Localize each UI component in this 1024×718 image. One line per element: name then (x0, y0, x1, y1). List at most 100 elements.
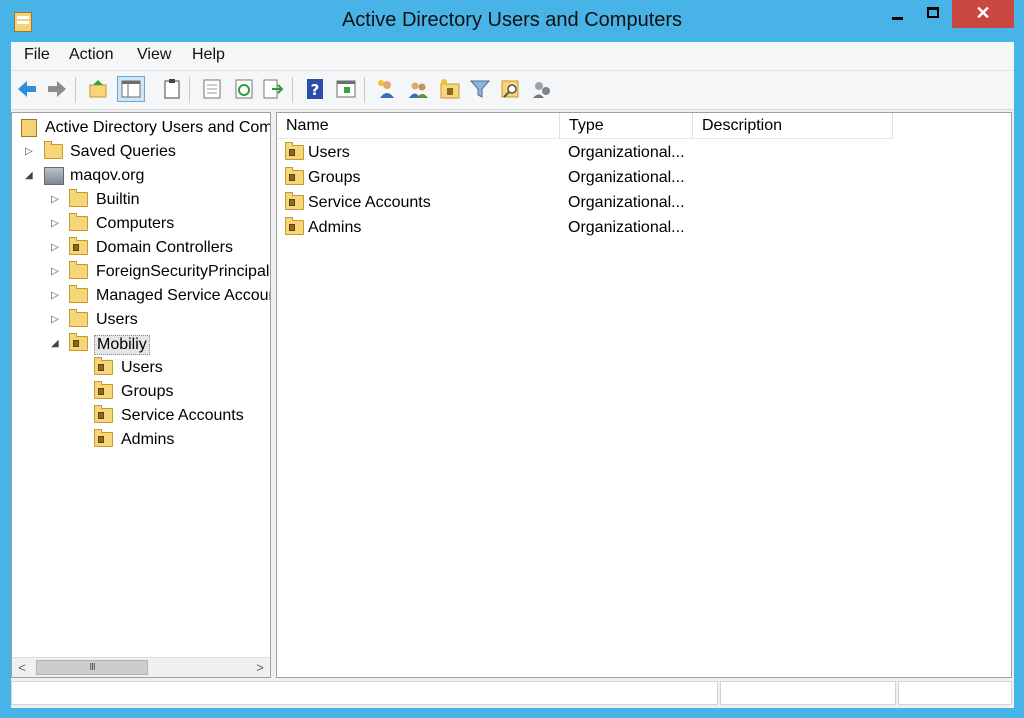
toolbar-separator (292, 77, 293, 103)
console-tree[interactable]: Active Directory Users and Computers [DC… (11, 112, 271, 678)
ou-folder-icon (69, 237, 88, 255)
list-item[interactable]: Users Organizational... (277, 141, 1011, 165)
ou-folder-icon (285, 167, 304, 185)
title-bar[interactable]: Active Directory Users and Computers ✕ (0, 0, 1024, 42)
list-item-name: Users (308, 144, 350, 161)
scroll-thumb[interactable]: III (36, 660, 148, 675)
tree-item-label: Admins (121, 431, 175, 448)
maximize-button[interactable] (916, 0, 952, 28)
list-item-type: Organizational... (568, 144, 685, 161)
tree-item-label: Computers (96, 215, 175, 232)
delegate-icon[interactable] (531, 78, 553, 100)
scroll-left-icon[interactable]: < (12, 658, 32, 677)
status-bar (11, 678, 1014, 708)
ou-folder-icon (94, 357, 113, 375)
tree-item-label: Builtin (96, 191, 140, 208)
tree-item-label: Saved Queries (70, 143, 176, 160)
tree-item-label: ForeignSecurityPrincipals (96, 263, 271, 280)
up-folder-icon[interactable] (87, 78, 109, 100)
new-user-icon[interactable] (376, 78, 398, 100)
folder-icon (69, 309, 88, 327)
status-cell-main (11, 681, 718, 705)
minimize-button[interactable] (880, 0, 916, 28)
tree-item-label: Users (121, 359, 163, 376)
list-item-name: Admins (308, 219, 362, 236)
help-icon[interactable]: ? (304, 78, 326, 100)
folder-icon (69, 213, 88, 231)
view-icon[interactable] (335, 78, 357, 100)
toolbar-separator (75, 77, 76, 103)
properties-icon[interactable] (201, 78, 223, 100)
list-item-type: Organizational... (568, 219, 685, 236)
expand-icon[interactable]: ▷ (51, 194, 59, 205)
find-icon[interactable] (500, 78, 522, 100)
back-arrow-icon[interactable] (16, 78, 38, 100)
folder-icon (69, 189, 88, 207)
tree-item-label: Active Directory Users and Computers [DC… (45, 119, 270, 136)
new-group-icon[interactable] (407, 78, 429, 100)
expand-icon[interactable]: ▷ (51, 218, 59, 229)
forward-arrow-icon[interactable] (46, 78, 68, 100)
tree-item-label: Users (96, 311, 138, 328)
show-hide-console-tree-icon[interactable] (117, 76, 145, 102)
folder-icon (69, 285, 88, 303)
collapse-icon[interactable]: ◢ (51, 338, 59, 349)
list-item[interactable]: Groups Organizational... (277, 166, 1011, 190)
list-item-name: Groups (308, 169, 361, 186)
ou-folder-icon (94, 429, 113, 447)
app-window: Active Directory Users and Computers ✕ F… (0, 0, 1024, 718)
tree-item-label: Service Accounts (121, 407, 244, 424)
menu-file[interactable]: File (24, 46, 50, 64)
ou-folder-icon (69, 333, 88, 351)
toolbar-separator (364, 77, 365, 103)
details-pane[interactable]: Name Type Description Users Organization… (276, 112, 1012, 678)
expand-icon[interactable]: ▷ (51, 266, 59, 277)
ou-folder-icon (285, 192, 304, 210)
menu-view[interactable]: View (137, 46, 171, 64)
menu-action[interactable]: Action (69, 46, 113, 64)
ou-folder-icon (285, 142, 304, 160)
status-cell-2 (720, 681, 896, 705)
domain-icon (44, 167, 64, 185)
toolbar-separator (189, 77, 190, 103)
status-cell-3 (898, 681, 1012, 705)
folder-icon (69, 261, 88, 279)
close-icon: ✕ (975, 3, 991, 23)
expand-icon[interactable]: ▷ (51, 314, 59, 325)
close-button[interactable]: ✕ (952, 0, 1014, 28)
horizontal-scrollbar[interactable]: < III > (12, 657, 270, 677)
list-item-name: Service Accounts (308, 194, 431, 211)
tree-item-label: maqov.org (70, 167, 145, 184)
expand-icon[interactable]: ▷ (51, 242, 59, 253)
expand-icon[interactable]: ▷ (51, 290, 59, 301)
console-root-icon (21, 119, 37, 137)
collapse-icon[interactable]: ◢ (25, 170, 33, 181)
ou-folder-icon (285, 217, 304, 235)
tree-item-label: Mobiliy (94, 335, 150, 355)
clipboard-icon[interactable] (161, 78, 183, 100)
ou-folder-icon (94, 381, 113, 399)
tree-item-label: Managed Service Accounts (96, 287, 271, 304)
svg-text:?: ? (311, 81, 320, 99)
filter-icon[interactable] (469, 78, 491, 100)
export-list-icon[interactable] (262, 78, 284, 100)
menu-help[interactable]: Help (192, 46, 225, 64)
folder-icon (44, 141, 63, 159)
new-ou-icon[interactable] (439, 78, 461, 100)
list-item[interactable]: Service Accounts Organizational... (277, 191, 1011, 215)
column-header-name[interactable]: Name (277, 113, 560, 139)
scroll-right-icon[interactable]: > (250, 658, 270, 677)
list-item-type: Organizational... (568, 194, 685, 211)
column-header-type[interactable]: Type (560, 113, 693, 139)
list-item[interactable]: Admins Organizational... (277, 216, 1011, 240)
toolbar: ? (11, 70, 1014, 110)
refresh-icon[interactable] (233, 78, 255, 100)
list-item-type: Organizational... (568, 169, 685, 186)
window-title: Active Directory Users and Computers (341, 9, 683, 31)
tree-item-label: Groups (121, 383, 174, 400)
ou-folder-icon (94, 405, 113, 423)
client-area: File Action View Help ? Active Directory… (11, 42, 1014, 708)
tree-item-label: Domain Controllers (96, 239, 233, 256)
column-header-description[interactable]: Description (693, 113, 893, 139)
expand-icon[interactable]: ▷ (25, 146, 33, 157)
